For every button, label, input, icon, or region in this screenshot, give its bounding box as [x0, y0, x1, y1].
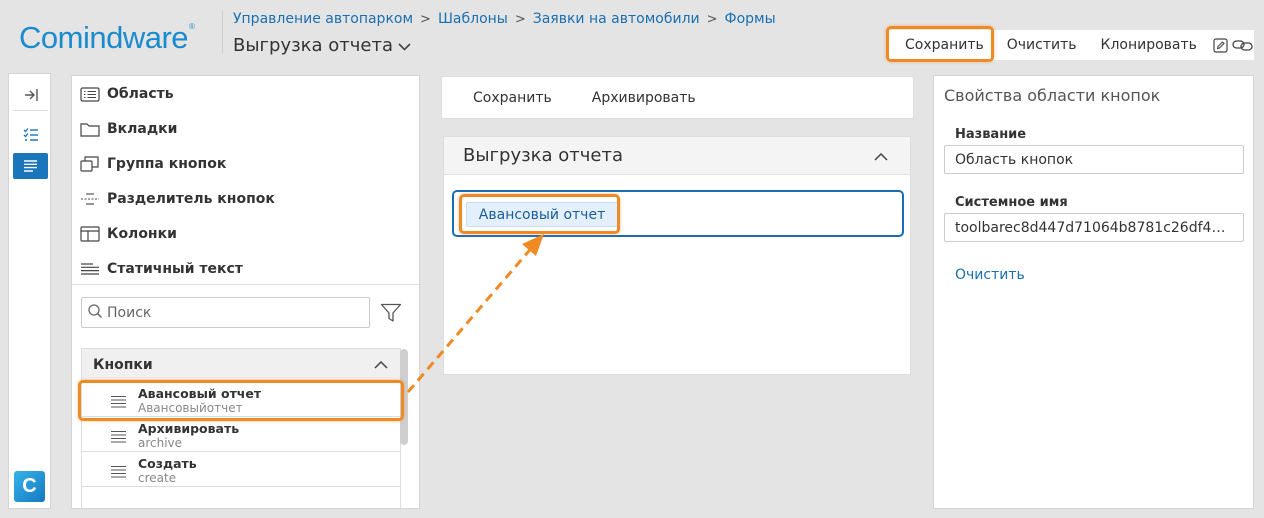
breadcrumb-item-car-requests[interactable]: Заявки на автомобили	[533, 11, 700, 27]
breadcrumb-separator-icon: >	[706, 12, 718, 27]
form-toolbar: Сохранить Архивировать	[441, 76, 914, 119]
panel-divider	[72, 284, 419, 285]
breadcrumb-item-forms[interactable]: Формы	[725, 11, 776, 27]
save-button[interactable]: Сохранить	[888, 30, 995, 60]
page-title[interactable]: Выгрузка отчета	[233, 35, 411, 56]
form-panel-title: Выгрузка отчета	[463, 145, 624, 166]
component-label: Колонки	[107, 226, 177, 242]
properties-clear-link[interactable]: Очистить	[955, 267, 1025, 283]
breadcrumb-item-fleet[interactable]: Управление автопарком	[233, 11, 413, 27]
component-label: Разделитель кнопок	[107, 191, 275, 207]
system-name-label: Системное имя	[955, 195, 1068, 210]
checklist-icon[interactable]	[13, 121, 48, 147]
list-item[interactable]: Создать create	[82, 452, 400, 487]
breadcrumb-separator-icon: >	[420, 12, 431, 27]
list-item[interactable]: Авансовый отчет Авансовыйотчет	[82, 382, 400, 417]
top-toolbar: Сохранить Очистить Клонировать	[888, 30, 1254, 60]
edit-icon[interactable]	[1209, 30, 1232, 60]
filter-icon[interactable]	[378, 300, 404, 326]
comindware-logo: Comindware®	[19, 20, 195, 55]
list-item-subtitle: archive	[138, 436, 183, 450]
components-panel: Область Вкладки Группа кнопок Разделител…	[71, 75, 420, 509]
area-icon	[80, 86, 102, 102]
button-separator-icon	[80, 192, 102, 206]
list-item[interactable]: Архивировать archive	[82, 417, 400, 452]
clone-button[interactable]: Клонировать	[1089, 30, 1209, 60]
button-item-icon	[110, 428, 127, 447]
left-rail: C	[8, 73, 51, 509]
columns-icon	[80, 226, 102, 242]
page-title-text: Выгрузка отчета	[233, 35, 394, 56]
search-box[interactable]	[81, 297, 370, 328]
component-label: Статичный текст	[107, 261, 243, 277]
collapse-panel-icon[interactable]	[13, 82, 48, 108]
buttons-list: Кнопки Авансовый отчет Авансовыйотчет Ар…	[81, 348, 401, 508]
rail-separator	[13, 110, 48, 111]
breadcrumb: Управление автопарком > Шаблоны > Заявки на …	[233, 11, 776, 27]
list-scrollbar[interactable]	[400, 349, 408, 445]
properties-title: Свойства области кнопок	[944, 86, 1161, 105]
component-label: Вкладки	[107, 121, 178, 137]
button-group-icon	[80, 156, 102, 172]
breadcrumb-item-templates[interactable]: Шаблоны	[438, 11, 508, 27]
list-item-subtitle: Авансовыйотчет	[138, 401, 243, 415]
chevron-down-icon[interactable]	[398, 35, 411, 56]
name-field[interactable]	[944, 145, 1244, 174]
clear-button[interactable]: Очистить	[995, 30, 1089, 60]
component-area[interactable]: Область	[80, 83, 174, 105]
form-panel: Выгрузка отчета Авансовый отчет	[443, 136, 911, 375]
advance-report-button[interactable]: Авансовый отчет	[466, 202, 618, 227]
system-name-field[interactable]	[944, 213, 1244, 242]
list-item-subtitle: create	[138, 471, 177, 485]
component-label: Область	[107, 86, 174, 102]
component-static-text[interactable]: Статичный текст	[80, 258, 243, 280]
properties-panel: Свойства области кнопок Название Системн…	[933, 75, 1254, 509]
form-archive-button[interactable]: Архивировать	[592, 90, 696, 106]
search-icon	[87, 303, 103, 323]
component-tabs[interactable]: Вкладки	[80, 118, 178, 140]
link-icon[interactable]	[1231, 30, 1254, 60]
app-logo-icon[interactable]: C	[14, 471, 45, 502]
buttons-list-header[interactable]: Кнопки	[82, 349, 400, 382]
component-label: Группа кнопок	[107, 156, 227, 172]
button-item-icon	[110, 463, 127, 482]
component-button-separator[interactable]: Разделитель кнопок	[80, 188, 275, 210]
form-panel-header[interactable]: Выгрузка отчета	[444, 137, 910, 175]
list-item-title: Авансовый отчет	[138, 386, 262, 401]
chevron-up-icon[interactable]	[374, 357, 388, 373]
list-item-title: Архивировать	[138, 421, 240, 436]
breadcrumb-separator-icon: >	[514, 12, 526, 27]
component-button-group[interactable]: Группа кнопок	[80, 153, 226, 175]
search-input[interactable]	[107, 304, 357, 321]
list-item-title: Создать	[138, 456, 197, 471]
chevron-up-icon[interactable]	[874, 146, 888, 165]
tabs-icon	[80, 122, 102, 137]
form-save-button[interactable]: Сохранить	[473, 90, 552, 106]
list-header-label: Кнопки	[93, 357, 153, 373]
button-area[interactable]: Авансовый отчет	[452, 190, 904, 237]
header-divider	[222, 10, 223, 54]
component-columns[interactable]: Колонки	[80, 223, 177, 245]
button-item-icon	[110, 393, 127, 412]
name-label: Название	[955, 127, 1027, 142]
form-list-icon[interactable]	[13, 153, 48, 179]
static-text-icon	[80, 262, 102, 276]
